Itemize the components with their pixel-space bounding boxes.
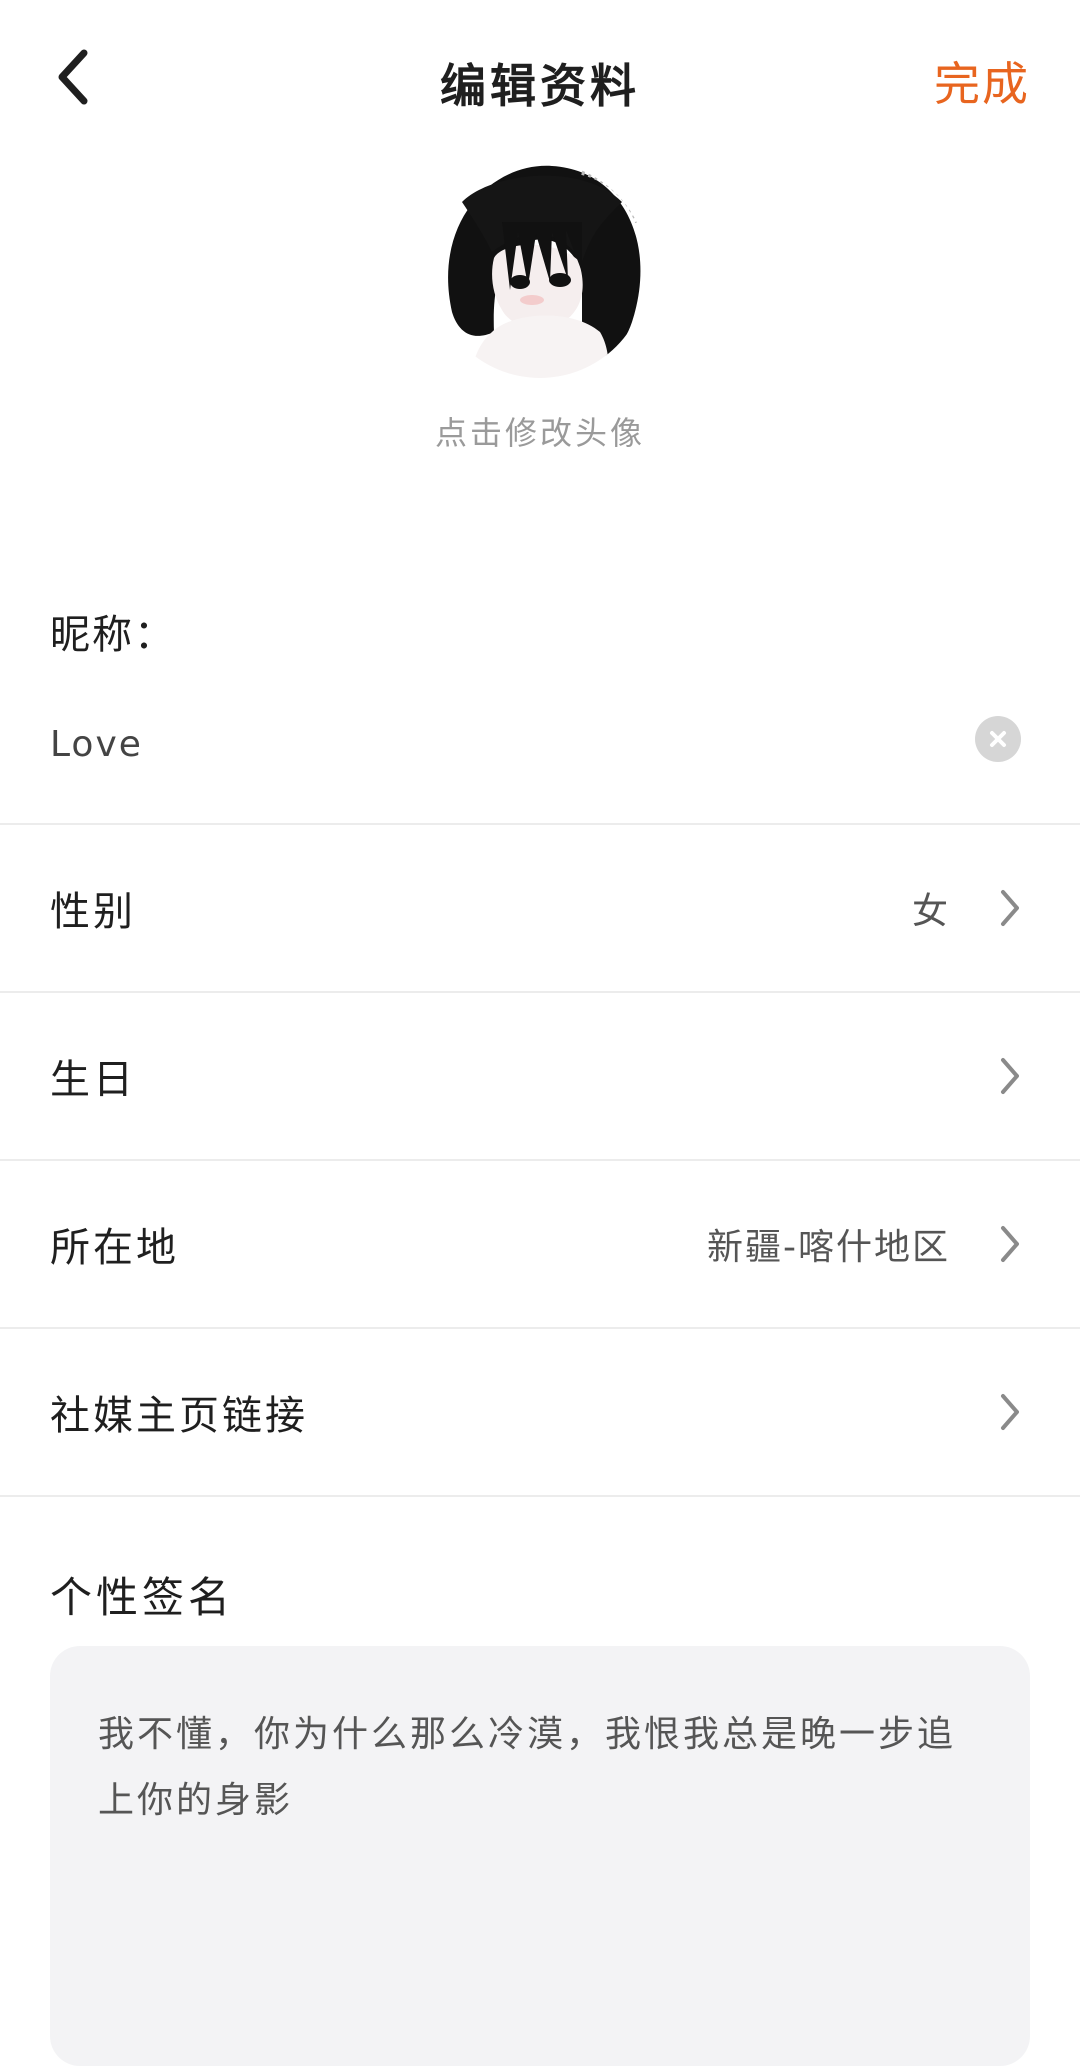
gender-value: 女 (911, 891, 950, 932)
signature-text: 我不懂，你为什么那么冷漠，我恨我总是晚一步追上你的身影 (98, 1714, 957, 1821)
avatar-hint[interactable]: 点击修改头像 (0, 408, 1080, 454)
social-link-label: 社媒主页链接 (50, 1393, 308, 1439)
chevron-right-icon (990, 825, 1030, 991)
clear-button[interactable] (975, 716, 1021, 762)
done-button[interactable]: 完成 (934, 48, 1030, 114)
top-bar: 编辑资料 完成 (0, 0, 1080, 160)
nickname-label: 昵称： (50, 612, 176, 658)
chevron-right-icon (990, 1161, 1030, 1327)
location-label: 所在地 (50, 1225, 179, 1271)
avatar-image (432, 162, 648, 378)
chevron-right-icon (990, 1329, 1030, 1495)
divider (0, 1495, 1080, 1497)
signature-textarea[interactable]: 我不懂，你为什么那么冷漠，我恨我总是晚一步追上你的身影 (50, 1646, 1030, 2066)
gender-row[interactable]: 性别 女 (0, 825, 1080, 991)
location-value: 新疆-喀什地区 (707, 1227, 950, 1268)
birthday-row[interactable]: 生日 (0, 993, 1080, 1159)
clear-icon (990, 731, 1006, 747)
location-row[interactable]: 所在地 新疆-喀什地区 (0, 1161, 1080, 1327)
gender-label: 性别 (50, 889, 136, 935)
chevron-right-icon (990, 993, 1030, 1159)
birthday-label: 生日 (50, 1057, 136, 1103)
social-link-row[interactable]: 社媒主页链接 (0, 1329, 1080, 1495)
avatar[interactable] (432, 162, 648, 378)
page-title: 编辑资料 (440, 59, 640, 113)
nickname-input[interactable] (50, 716, 930, 772)
signature-label: 个性签名 (50, 1573, 235, 1622)
